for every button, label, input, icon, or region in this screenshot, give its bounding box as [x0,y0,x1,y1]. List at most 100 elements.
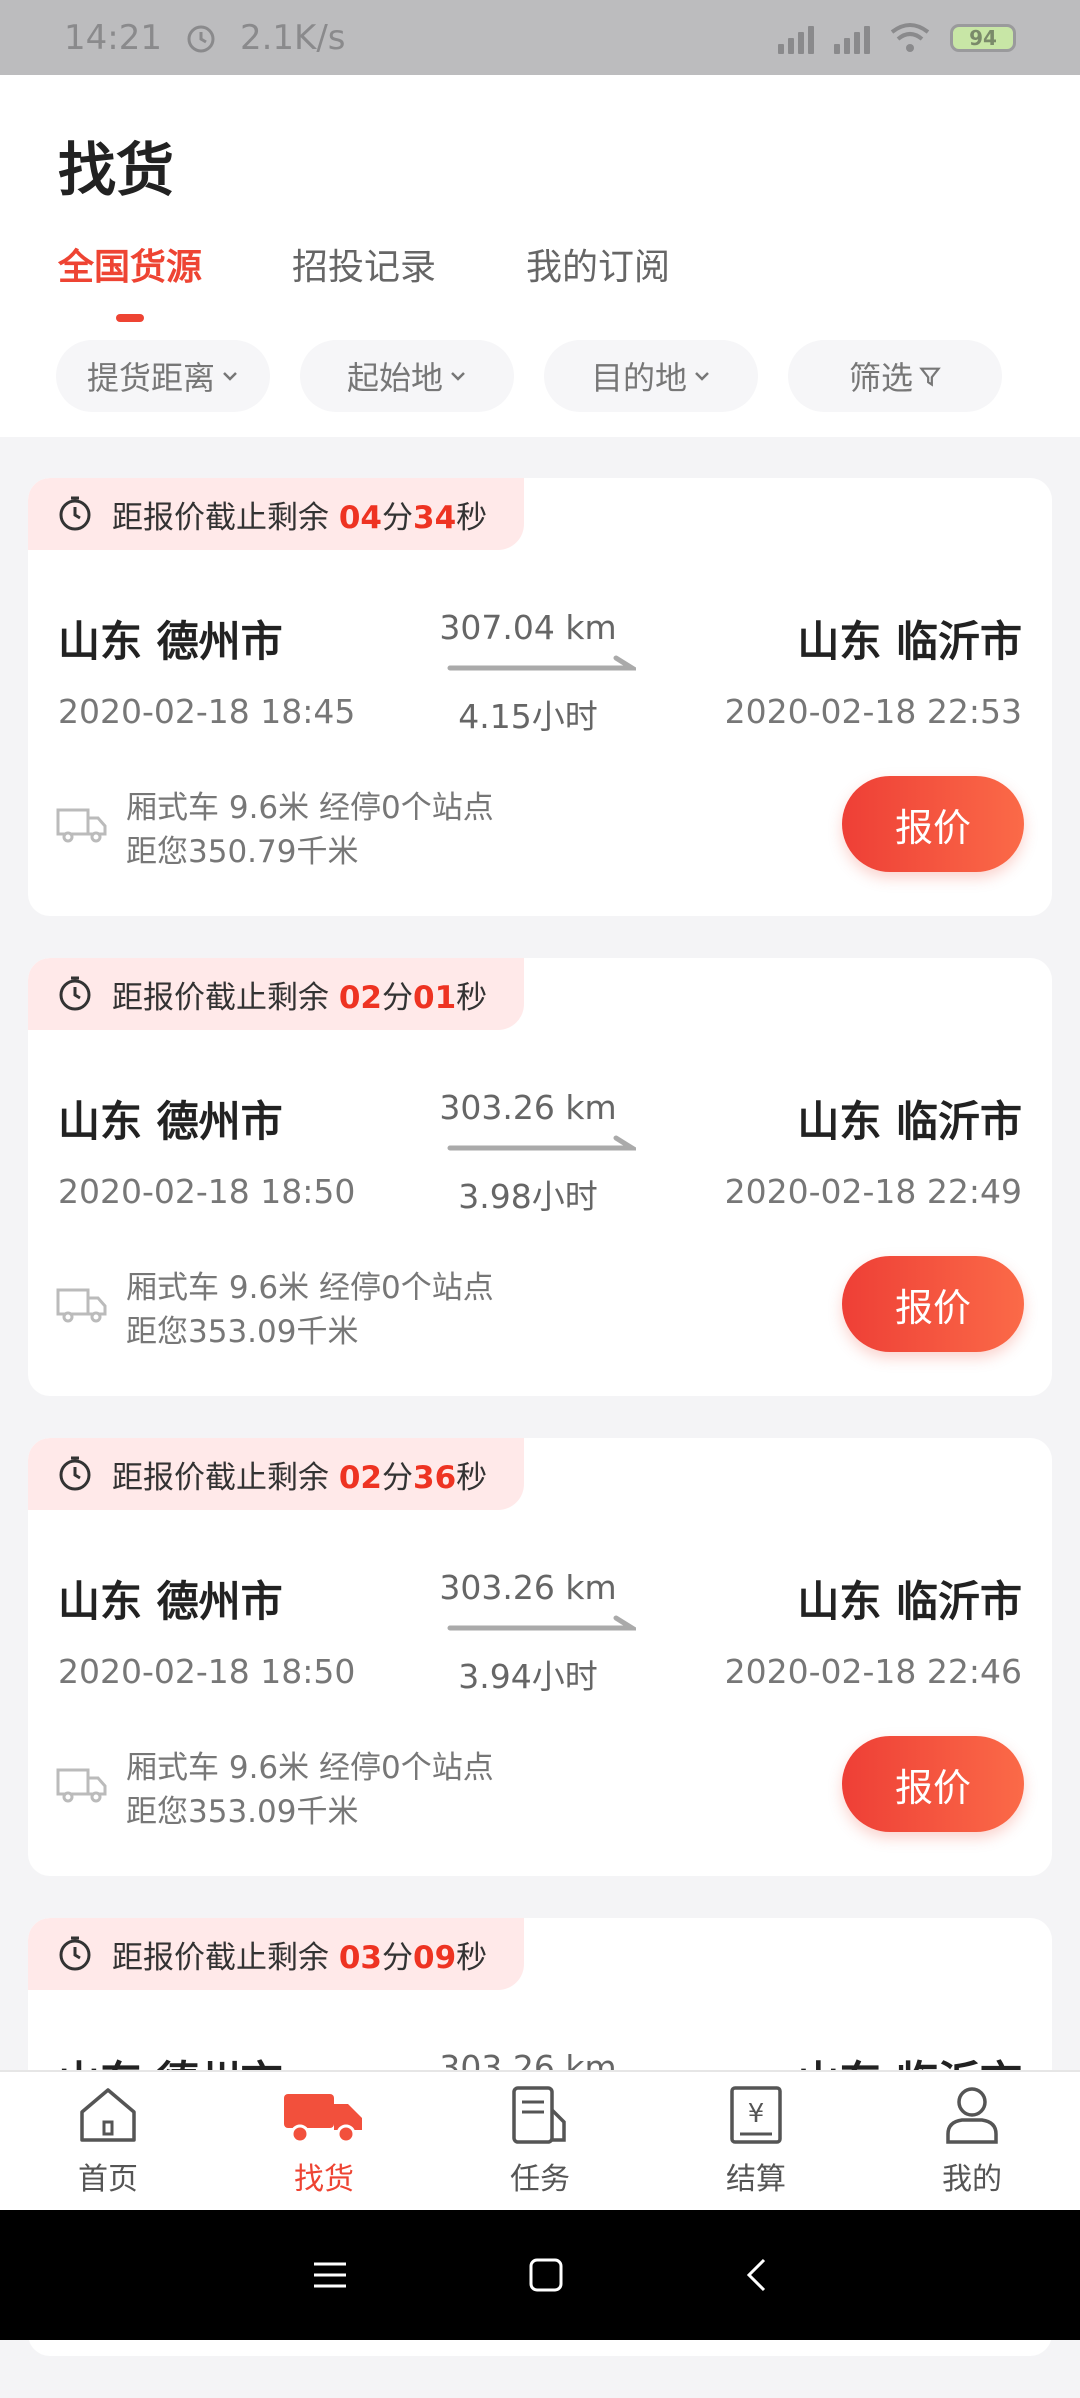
deadline-label: 距报价截止剩余 [112,1459,329,1496]
minute-unit: 分 [382,499,413,536]
signal-icon [778,22,814,54]
quote-button[interactable]: 报价 [842,1736,1024,1832]
clock-time: 14:21 [64,17,162,58]
home-square-icon[interactable] [528,2257,564,2293]
filter-destination[interactable]: 目的地 [544,340,758,412]
second-unit: 秒 [456,1939,488,1976]
deadline-label: 距报价截止剩余 [112,499,329,536]
vehicle-spec: 厢式车 9.6米 经停0个站点 [126,1270,494,1306]
deadline-minutes: 02 [338,979,382,1016]
deadline-seconds: 34 [413,499,457,536]
arrival-time: 2020-02-18 22:49 [724,1172,1022,1211]
home-icon [80,2088,136,2142]
nav-label: 首页 [78,2162,138,2197]
timer-icon [59,1456,91,1491]
vehicle-spec: 厢式车 9.6米 经停0个站点 [126,790,494,826]
deadline-label: 距报价截止剩余 [112,979,329,1016]
filter-pickup-distance[interactable]: 提货距离 [56,340,270,412]
truck-outline-icon [56,1288,107,1323]
menu-icon[interactable] [312,2260,348,2290]
truck-icon [284,2094,362,2144]
status-bar: 14:21 2.1K/s 94 [0,0,1080,75]
filter-icon [919,367,941,387]
wifi-icon [890,22,930,52]
distance-from-user: 距您353.09千米 [126,1794,359,1830]
nav-label: 找货 [294,2162,354,2197]
back-icon[interactable] [744,2257,768,2293]
nav-settlement[interactable]: ¥ 结算 [648,2072,864,2210]
deadline-seconds: 01 [413,979,457,1016]
distance-from-user: 距您350.79千米 [126,834,359,870]
timer-icon [59,1936,91,1971]
truck-outline-icon [56,1768,107,1803]
nav-label: 我的 [942,2162,1002,2197]
tab-my-subscriptions[interactable]: 我的订阅 [526,238,670,320]
second-unit: 秒 [456,1459,488,1496]
tab-national-sources[interactable]: 全国货源 [58,238,202,320]
tab-bar: 全国货源 招投记录 我的订阅 [58,238,670,320]
quote-button[interactable]: 报价 [842,1256,1024,1352]
page-title: 找货 [58,136,175,204]
arrival-time: 2020-02-18 22:46 [724,1652,1022,1691]
deadline-banner: 距报价截止剩余 02分36秒 [28,1438,524,1510]
tab-bid-records[interactable]: 招投记录 [292,238,436,320]
second-unit: 秒 [456,979,488,1016]
deadline-minutes: 03 [338,1939,382,1976]
arrival-time: 2020-02-18 22:53 [724,692,1022,731]
vehicle-info: 厢式车 9.6米 经停0个站点 距您353.09千米 [126,1266,494,1354]
distance-from-user: 距您353.09千米 [126,1314,359,1350]
nav-profile[interactable]: 我的 [864,2072,1080,2210]
vehicle-info: 厢式车 9.6米 经停0个站点 距您353.09千米 [126,1746,494,1834]
nav-tasks[interactable]: 任务 [432,2072,648,2210]
vehicle-spec: 厢式车 9.6米 经停0个站点 [126,1750,494,1786]
cargo-card[interactable]: 距报价截止剩余 04分34秒 山东 德州市 307.04 km 山东 临沂市 2… [28,478,1052,916]
timer-icon [59,496,91,531]
filter-label: 起始地 [346,359,443,397]
filter-label: 目的地 [590,359,687,397]
bottom-nav: 首页 找货 任务 ¥ 结算 我的 [0,2070,1080,2210]
signal-icon-2 [834,22,870,54]
minute-unit: 分 [382,979,413,1016]
deadline-seconds: 09 [413,1939,457,1976]
deadline-minutes: 04 [338,499,382,536]
destination-city: 山东 临沂市 [797,1577,1022,1626]
nav-home[interactable]: 首页 [0,2072,216,2210]
deadline-banner: 距报价截止剩余 02分01秒 [28,958,524,1030]
truck-outline-icon [56,808,107,843]
deadline-seconds: 36 [413,1459,457,1496]
route-arrow-icon [447,1135,636,1151]
nav-find-cargo[interactable]: 找货 [216,2072,432,2210]
deadline-label: 距报价截止剩余 [112,1939,329,1976]
cargo-card[interactable]: 距报价截止剩余 02分01秒 山东 德州市 303.26 km 山东 临沂市 2… [28,958,1052,1396]
filter-label: 筛选 [848,359,913,397]
minute-unit: 分 [382,1459,413,1496]
filter-bar: 提货距离 起始地 目的地 筛选 [56,340,1002,412]
chevron-down-icon [451,372,465,381]
route-arrow-icon [447,655,636,671]
alarm-icon [187,25,215,52]
nav-label: 任务 [510,2162,570,2197]
quote-button[interactable]: 报价 [842,776,1024,872]
filter-origin[interactable]: 起始地 [300,340,514,412]
nav-label: 结算 [726,2162,786,2197]
timer-icon [59,976,91,1011]
vehicle-info: 厢式车 9.6米 经停0个站点 距您350.79千米 [126,786,494,874]
filter-more[interactable]: 筛选 [788,340,1002,412]
deadline-banner: 距报价截止剩余 04分34秒 [28,478,524,550]
cargo-card[interactable]: 距报价截止剩余 02分36秒 山东 德州市 303.26 km 山东 临沂市 2… [28,1438,1052,1876]
header: 找货 全国货源 招投记录 我的订阅 提货距离 起始地 目的地 筛选 [0,75,1080,437]
battery-icon: 94 [950,23,1016,52]
system-nav-bar [0,2210,1080,2340]
network-speed: 2.1K/s [239,17,346,58]
deadline-banner: 距报价截止剩余 03分09秒 [28,1918,524,1990]
second-unit: 秒 [456,499,488,536]
chevron-down-icon [223,372,237,381]
filter-label: 提货距离 [86,359,215,397]
destination-city: 山东 临沂市 [797,1097,1022,1146]
minute-unit: 分 [382,1939,413,1976]
route-arrow-icon [447,1615,636,1631]
task-icon [512,2086,566,2144]
profile-icon [946,2087,998,2144]
deadline-minutes: 02 [338,1459,382,1496]
chevron-down-icon [695,372,709,381]
